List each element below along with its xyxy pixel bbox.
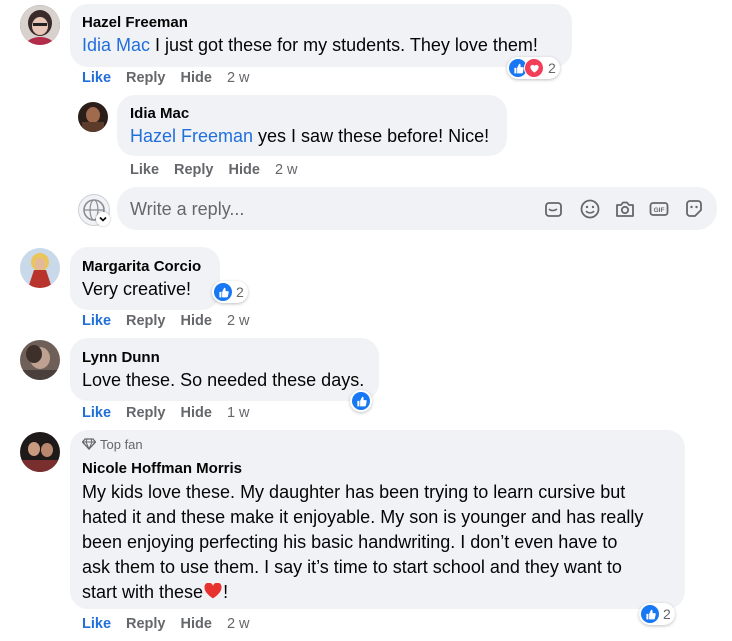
timestamp[interactable]: 2 w [227, 313, 250, 329]
gif-icon[interactable]: GIF [648, 198, 670, 220]
reply-input-placeholder[interactable]: Write a reply... [130, 199, 244, 220]
timestamp[interactable]: 2 w [227, 70, 250, 86]
like-button[interactable]: Like [82, 616, 111, 632]
comment-text: My kids love these. My daughter has been… [82, 480, 643, 605]
comment-body: I just got these for my students. They l… [150, 35, 538, 55]
hide-button[interactable]: Hide [181, 616, 212, 632]
comment-author[interactable]: Nicole Hoffman Morris [82, 460, 242, 477]
hide-button[interactable]: Hide [229, 162, 260, 178]
comment-text: Very creative! [82, 279, 192, 299]
reaction-count: 2 [548, 60, 556, 76]
reaction-summary[interactable] [350, 390, 372, 412]
avatar[interactable] [20, 340, 60, 380]
avatar-photo [78, 102, 108, 132]
reaction-summary[interactable]: 2 [639, 603, 675, 625]
comment-actions: Like Reply Hide 2 w [82, 616, 250, 632]
comment-text: Idia Mac I just got these for my student… [82, 33, 538, 58]
badge-label: Top fan [100, 437, 143, 452]
avatar-photo [20, 432, 60, 472]
hide-button[interactable]: Hide [181, 70, 212, 86]
avatar-photo [20, 248, 60, 288]
like-button[interactable]: Like [82, 70, 111, 86]
comment-line: start with these! [82, 580, 643, 605]
reaction-summary[interactable]: 2 [212, 281, 248, 303]
mention-link[interactable]: Idia Mac [82, 35, 150, 55]
like-button[interactable]: Like [130, 162, 159, 178]
comment-line: hated it and these make it enjoyable. My… [82, 507, 644, 527]
reply-input-box[interactable]: Write a reply... GIF [117, 187, 717, 230]
timestamp[interactable]: 2 w [275, 162, 298, 178]
like-button[interactable]: Like [82, 405, 111, 421]
reply-button[interactable]: Reply [126, 313, 166, 329]
hide-button[interactable]: Hide [181, 405, 212, 421]
timestamp[interactable]: 1 w [227, 405, 250, 421]
reply-button[interactable]: Reply [126, 70, 166, 86]
like-reaction-icon [352, 392, 370, 410]
avatar[interactable] [78, 102, 108, 132]
top-fan-badge[interactable]: Top fan [81, 437, 143, 452]
comment-line: ask them to use them. I say it’s time to… [82, 557, 622, 577]
avatar[interactable] [20, 248, 60, 288]
avatar[interactable] [20, 5, 60, 45]
timestamp[interactable]: 2 w [227, 616, 250, 632]
comment-actions: Like Reply Hide 1 w [82, 405, 250, 421]
avatar-photo [20, 340, 60, 380]
love-reaction-icon [524, 58, 544, 78]
comment-actions: Like Reply Hide 2 w [82, 70, 250, 86]
avatar-photo [20, 5, 60, 45]
reaction-count: 2 [236, 284, 244, 300]
sticker-icon[interactable] [543, 198, 565, 220]
comment-author[interactable]: Margarita Corcio [82, 258, 201, 275]
like-reaction-icon [641, 605, 659, 623]
reply-button[interactable]: Reply [126, 616, 166, 632]
reaction-count: 2 [663, 606, 671, 622]
emoji-icon[interactable] [579, 198, 601, 220]
diamond-icon [81, 438, 97, 451]
chevron-down-icon[interactable] [96, 212, 110, 226]
comment-line: My kids love these. My daughter has been… [82, 482, 626, 502]
comment-author[interactable]: Idia Mac [130, 105, 189, 122]
reply-button[interactable]: Reply [174, 162, 214, 178]
reaction-summary[interactable]: 2 [507, 57, 560, 79]
comment-body: yes I saw these before! Nice! [253, 126, 490, 146]
svg-text:GIF: GIF [654, 207, 665, 214]
camera-icon[interactable] [614, 198, 636, 220]
comment-line: been enjoying perfecting his basic handw… [82, 532, 618, 552]
comment-line-end: ! [223, 582, 229, 602]
comment-author[interactable]: Lynn Dunn [82, 349, 160, 366]
reply-button[interactable]: Reply [126, 405, 166, 421]
comment-line-text: start with these [82, 582, 204, 602]
mention-link[interactable]: Hazel Freeman [130, 126, 253, 146]
comment-text: Love these. So needed these days. [82, 370, 365, 390]
comment-text: Hazel Freeman yes I saw these before! Ni… [130, 124, 489, 149]
avatar-sticker-icon[interactable] [683, 198, 705, 220]
comment-actions: Like Reply Hide 2 w [82, 313, 250, 329]
hide-button[interactable]: Hide [181, 313, 212, 329]
red-heart-emoji-icon [204, 582, 222, 599]
avatar[interactable] [20, 432, 60, 472]
like-reaction-icon [214, 283, 232, 301]
comment-author[interactable]: Hazel Freeman [82, 14, 188, 31]
like-button[interactable]: Like [82, 313, 111, 329]
comment-actions: Like Reply Hide 2 w [130, 162, 298, 178]
